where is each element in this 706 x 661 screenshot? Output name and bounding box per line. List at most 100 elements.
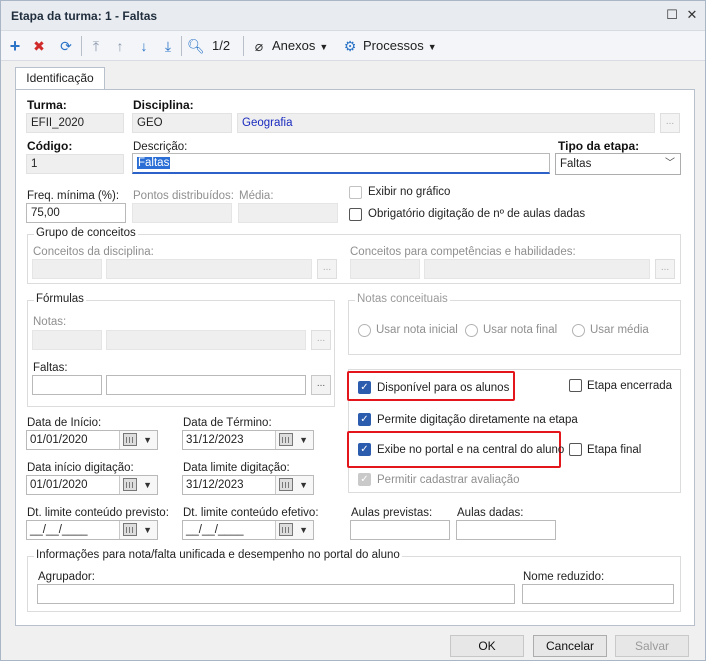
- permite-digitacao-checkbox[interactable]: ✓: [358, 413, 371, 426]
- window-title: Etapa da turma: 1 - Faltas: [11, 9, 158, 23]
- paperclip-icon[interactable]: ⌀: [252, 37, 266, 55]
- aulas-dadas-field[interactable]: [456, 520, 556, 540]
- turma-field[interactable]: EFII_2020: [26, 113, 124, 133]
- disciplina-code-field[interactable]: GEO: [132, 113, 232, 133]
- conceitos-disciplina-lookup[interactable]: ...: [317, 259, 337, 279]
- etapa-final-label: Etapa final: [587, 444, 642, 456]
- previous-record-icon[interactable]: ↑: [112, 37, 128, 55]
- pontos-label: Pontos distribuídos:: [133, 190, 235, 202]
- exibe-portal-checkbox[interactable]: ✓: [358, 443, 371, 456]
- usar-media-radio[interactable]: [572, 324, 585, 337]
- dt-limite-previsto-picker[interactable]: ▼: [119, 521, 157, 539]
- chevron-down-icon: ▼: [299, 525, 308, 535]
- usar-nota-inicial-label: Usar nota inicial: [376, 324, 458, 336]
- permite-digitacao-label: Permite digitação diretamente na etapa: [377, 414, 578, 426]
- agrupador-label: Agrupador:: [38, 571, 95, 583]
- disciplina-label: Disciplina:: [133, 98, 194, 112]
- data-inicio-dig-field[interactable]: 01/01/2020 ▼: [26, 475, 158, 495]
- notas-code-field[interactable]: [32, 330, 102, 350]
- nome-reduzido-field[interactable]: [522, 584, 674, 604]
- conceitos-competencias-code[interactable]: [350, 259, 420, 279]
- media-label: Média:: [239, 190, 274, 202]
- disponivel-alunos-checkbox[interactable]: ✓: [358, 381, 371, 394]
- dt-limite-efetivo-picker[interactable]: ▼: [275, 521, 313, 539]
- disciplina-name-field[interactable]: Geografia: [237, 113, 655, 133]
- tipo-etapa-label: Tipo da etapa:: [558, 139, 640, 153]
- notas-desc-field[interactable]: [106, 330, 306, 350]
- tipo-etapa-value: Faltas: [560, 158, 592, 170]
- processos-menu[interactable]: Processos ▼: [363, 38, 437, 53]
- descricao-field[interactable]: Faltas: [132, 153, 550, 174]
- conceitos-competencias-lookup[interactable]: ...: [655, 259, 675, 279]
- delete-icon[interactable]: ✖: [31, 37, 47, 55]
- usar-media-label: Usar média: [590, 324, 649, 336]
- notas-conceituais-title: Notas conceituais: [355, 293, 450, 305]
- data-termino-field[interactable]: 31/12/2023 ▼: [182, 430, 314, 450]
- conceitos-disciplina-code[interactable]: [32, 259, 102, 279]
- faltas-desc-field[interactable]: [106, 375, 306, 395]
- ok-button[interactable]: OK: [450, 635, 524, 657]
- dt-limite-previsto-label: Dt. limite conteúdo previsto:: [27, 507, 169, 519]
- exibir-grafico-label: Exibir no gráfico: [368, 186, 451, 198]
- save-button[interactable]: Salvar: [615, 635, 689, 657]
- media-field[interactable]: [238, 203, 338, 223]
- agrupador-field[interactable]: [37, 584, 515, 604]
- aulas-previstas-label: Aulas previstas:: [351, 507, 433, 519]
- disciplina-lookup-button[interactable]: ...: [660, 113, 680, 133]
- usar-nota-final-label: Usar nota final: [483, 324, 558, 336]
- codigo-field[interactable]: 1: [26, 154, 124, 174]
- pontos-field[interactable]: [132, 203, 232, 223]
- disponivel-alunos-label: Disponível para os alunos: [377, 382, 510, 394]
- last-record-icon[interactable]: ⤓: [160, 37, 176, 55]
- data-limite-dig-value: 31/12/2023: [186, 479, 244, 491]
- refresh-icon[interactable]: ⟳: [58, 37, 74, 55]
- close-icon[interactable]: ✕: [684, 7, 700, 23]
- freq-minima-field[interactable]: 75,00: [26, 203, 126, 223]
- chevron-down-icon: ﹀: [665, 158, 675, 169]
- descricao-label: Descrição:: [133, 141, 188, 153]
- search-icon[interactable]: 🔍︎: [187, 37, 205, 55]
- first-record-icon[interactable]: ⤒: [88, 37, 104, 55]
- permitir-cadastrar-checkbox[interactable]: ✓: [358, 473, 371, 486]
- gear-icon[interactable]: ⚙: [342, 37, 358, 55]
- usar-nota-inicial-radio[interactable]: [358, 324, 371, 337]
- dt-limite-previsto-field[interactable]: __/__/____ ▼: [26, 520, 158, 540]
- data-termino-value: 31/12/2023: [186, 434, 244, 446]
- data-limite-dig-picker[interactable]: ▼: [275, 476, 313, 494]
- tipo-etapa-select[interactable]: Faltas ﹀: [555, 153, 681, 175]
- data-inicio-dig-picker[interactable]: ▼: [119, 476, 157, 494]
- etapa-encerrada-checkbox[interactable]: [569, 379, 582, 392]
- chevron-down-icon: ▼: [143, 480, 152, 490]
- add-icon[interactable]: +: [7, 37, 23, 55]
- data-limite-dig-field[interactable]: 31/12/2023 ▼: [182, 475, 314, 495]
- tab-identificacao[interactable]: Identificação: [15, 67, 105, 89]
- descricao-value: Faltas: [137, 157, 171, 169]
- exibir-grafico-checkbox[interactable]: [349, 186, 362, 199]
- next-record-icon[interactable]: ↓: [136, 37, 152, 55]
- nome-reduzido-label: Nome reduzido:: [523, 571, 605, 583]
- dt-limite-efetivo-field[interactable]: __/__/____ ▼: [182, 520, 314, 540]
- obrigatorio-checkbox[interactable]: [349, 208, 362, 221]
- conceitos-competencias-desc[interactable]: [424, 259, 650, 279]
- conceitos-disciplina-desc[interactable]: [106, 259, 312, 279]
- notas-lookup-button[interactable]: ...: [311, 330, 331, 350]
- conceitos-disciplina-label: Conceitos da disciplina:: [33, 246, 154, 258]
- data-inicio-picker[interactable]: ▼: [119, 431, 157, 449]
- cancel-button[interactable]: Cancelar: [533, 635, 607, 657]
- maximize-icon[interactable]: ☐: [664, 7, 680, 23]
- chevron-down-icon: ▼: [143, 435, 152, 445]
- aulas-previstas-field[interactable]: [350, 520, 450, 540]
- faltas-lookup-button[interactable]: ...: [311, 375, 331, 395]
- calendar-icon: [123, 433, 137, 446]
- data-termino-picker[interactable]: ▼: [275, 431, 313, 449]
- anexos-menu[interactable]: Anexos ▼: [272, 38, 328, 53]
- dt-limite-previsto-value: __/__/____: [30, 524, 88, 536]
- freq-minima-label: Freq. mínima (%):: [27, 190, 120, 202]
- data-inicio-field[interactable]: 01/01/2020 ▼: [26, 430, 158, 450]
- usar-nota-final-radio[interactable]: [465, 324, 478, 337]
- data-inicio-label: Data de Início:: [27, 417, 102, 429]
- calendar-icon: [279, 478, 293, 491]
- faltas-code-field[interactable]: [32, 375, 102, 395]
- chevron-down-icon: ▼: [143, 525, 152, 535]
- etapa-final-checkbox[interactable]: [569, 443, 582, 456]
